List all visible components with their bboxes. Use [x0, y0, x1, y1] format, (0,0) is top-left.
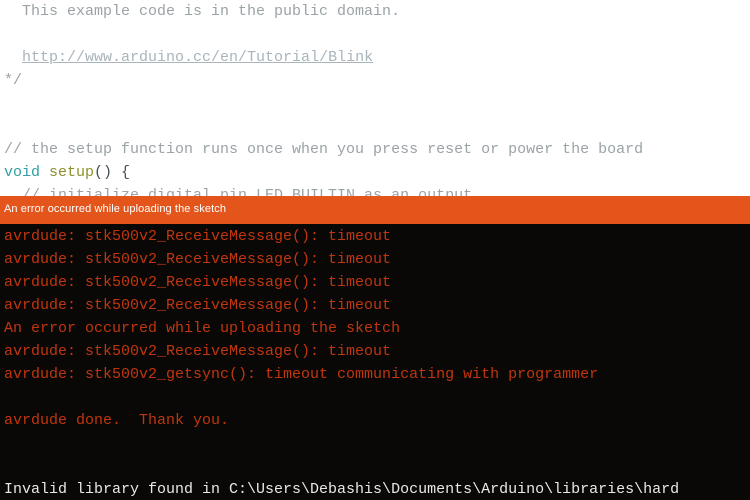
- code-line: // the setup function runs once when you…: [0, 138, 750, 161]
- code-line: */: [0, 69, 750, 92]
- code-line: This example code is in the public domai…: [0, 0, 750, 23]
- code-token-comment: // initialize digital pin LED_BUILTIN as…: [4, 187, 482, 196]
- code-line: void setup() {: [0, 161, 750, 184]
- code-token-punct: () {: [94, 164, 131, 181]
- code-line: http://www.arduino.cc/en/Tutorial/Blink: [0, 46, 750, 69]
- console-line: avrdude: stk500v2_ReceiveMessage(): time…: [4, 251, 392, 268]
- code-token-comment: [4, 49, 22, 66]
- code-line: // initialize digital pin LED_BUILTIN as…: [0, 184, 750, 196]
- console-line: avrdude: stk500v2_ReceiveMessage(): time…: [4, 297, 392, 314]
- code-token-comment: */: [4, 72, 23, 89]
- console-line: An error occurred while uploading the sk…: [4, 320, 401, 337]
- console-line: avrdude: stk500v2_getsync(): timeout com…: [4, 366, 599, 383]
- console-line: Invalid library found in C:\Users\Debash…: [4, 481, 680, 498]
- code-token-comment: // the setup function runs once when you…: [4, 141, 644, 158]
- error-status-bar[interactable]: An error occurred while uploading the sk…: [0, 196, 750, 224]
- error-status-bar-message: An error occurred while uploading the sk…: [4, 203, 227, 215]
- code-token-link[interactable]: http://www.arduino.cc/en/Tutorial/Blink: [22, 49, 373, 66]
- code-token-comment: This example code is in the public domai…: [4, 3, 401, 20]
- console-line: avrdude: stk500v2_ReceiveMessage(): time…: [4, 343, 392, 360]
- code-token-func: setup: [49, 164, 95, 181]
- console-output-pane[interactable]: avrdude: stk500v2_ReceiveMessage(): time…: [0, 224, 750, 500]
- console-line-list: avrdude: stk500v2_ReceiveMessage(): time…: [0, 224, 750, 500]
- console-line: avrdude: stk500v2_ReceiveMessage(): time…: [4, 228, 392, 245]
- console-line: avrdude: stk500v2_ReceiveMessage(): time…: [4, 274, 392, 291]
- code-line-list: This example code is in the public domai…: [0, 0, 750, 196]
- code-editor-pane[interactable]: This example code is in the public domai…: [0, 0, 750, 196]
- arduino-ide-window: This example code is in the public domai…: [0, 0, 750, 500]
- console-line: avrdude done. Thank you.: [4, 412, 230, 429]
- code-token-keyword: void: [4, 164, 41, 181]
